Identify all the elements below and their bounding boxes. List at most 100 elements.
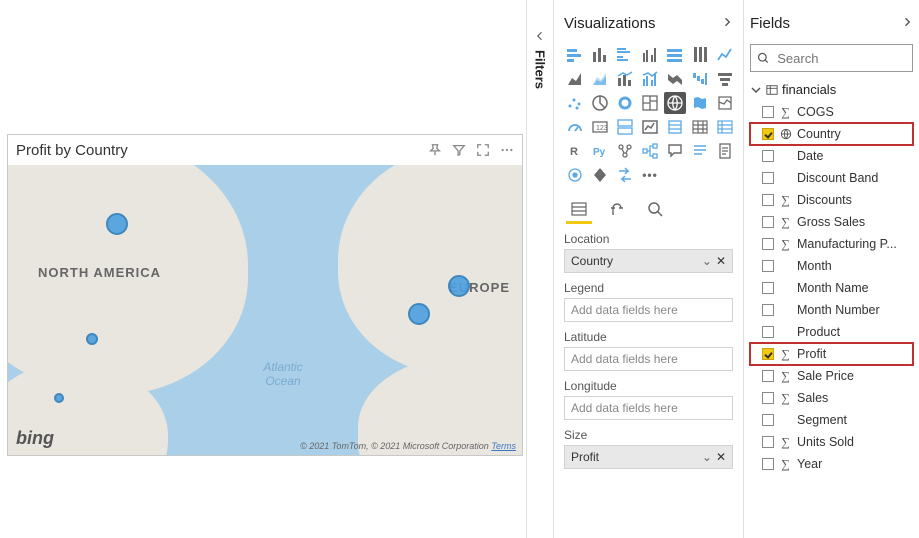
checkbox[interactable]	[762, 194, 774, 206]
legend-well[interactable]: Add data fields here	[564, 298, 733, 322]
python-visual-icon[interactable]: Py	[589, 140, 611, 162]
checkbox[interactable]	[762, 304, 774, 316]
chevron-down-icon[interactable]: ⌄	[702, 254, 712, 268]
field-month-name[interactable]: Month Name	[750, 277, 913, 299]
get-more-visuals-icon[interactable]: •••	[639, 164, 661, 186]
stacked-column-icon[interactable]	[589, 44, 611, 66]
focus-mode-icon[interactable]	[476, 143, 490, 157]
gauge-icon[interactable]	[564, 116, 586, 138]
remove-icon[interactable]: ✕	[716, 254, 726, 268]
map-bubble[interactable]	[448, 275, 470, 297]
checkbox[interactable]	[762, 106, 774, 118]
field-discount-band[interactable]: Discount Band	[750, 167, 913, 189]
field-month[interactable]: Month	[750, 255, 913, 277]
checkbox[interactable]	[762, 370, 774, 382]
slicer-icon[interactable]	[664, 116, 686, 138]
table-icon[interactable]	[689, 116, 711, 138]
field-product[interactable]: Product	[750, 321, 913, 343]
matrix-icon[interactable]	[714, 116, 736, 138]
analytics-tab-icon[interactable]	[644, 196, 666, 222]
card-icon[interactable]: 123	[589, 116, 611, 138]
field-cogs[interactable]: ∑COGS	[750, 101, 913, 123]
checkbox[interactable]	[762, 238, 774, 250]
waterfall-icon[interactable]	[689, 68, 711, 90]
map-visual[interactable]: Profit by Country NORTH AMERICA EUROPE A…	[7, 134, 523, 456]
location-well[interactable]: Country ⌄ ✕	[564, 249, 733, 273]
stacked-bar-100-icon[interactable]	[664, 44, 686, 66]
filter-icon[interactable]	[452, 143, 466, 157]
paginated-report-icon[interactable]	[714, 140, 736, 162]
pie-icon[interactable]	[589, 92, 611, 114]
funnel-icon[interactable]	[714, 68, 736, 90]
scatter-icon[interactable]	[564, 92, 586, 114]
qa-visual-icon[interactable]	[664, 140, 686, 162]
format-tab-icon[interactable]	[606, 196, 628, 222]
stacked-column-100-icon[interactable]	[689, 44, 711, 66]
map-icon[interactable]	[664, 92, 686, 114]
line-clustered-column-icon[interactable]	[639, 68, 661, 90]
stacked-area-icon[interactable]	[589, 68, 611, 90]
checkbox[interactable]	[762, 458, 774, 470]
latitude-well[interactable]: Add data fields here	[564, 347, 733, 371]
checkbox[interactable]	[762, 348, 774, 360]
collapse-icon[interactable]	[901, 16, 913, 31]
smart-narrative-icon[interactable]	[689, 140, 711, 162]
line-chart-icon[interactable]	[714, 44, 736, 66]
field-profit[interactable]: ∑Profit	[750, 343, 913, 365]
map-bubble[interactable]	[54, 393, 64, 403]
area-chart-icon[interactable]	[564, 68, 586, 90]
search-input[interactable]	[775, 50, 906, 67]
arcgis-icon[interactable]	[564, 164, 586, 186]
field-country[interactable]: Country	[750, 123, 913, 145]
power-apps-icon[interactable]	[589, 164, 611, 186]
longitude-well[interactable]: Add data fields here	[564, 396, 733, 420]
map-bubble[interactable]	[408, 303, 430, 325]
field-month-number[interactable]: Month Number	[750, 299, 913, 321]
map-bubble[interactable]	[86, 333, 98, 345]
pin-icon[interactable]	[428, 143, 442, 157]
checkbox[interactable]	[762, 216, 774, 228]
checkbox[interactable]	[762, 260, 774, 272]
treemap-icon[interactable]	[639, 92, 661, 114]
kpi-icon[interactable]	[639, 116, 661, 138]
filters-pane-collapsed[interactable]: Filters	[526, 0, 554, 538]
multi-row-card-icon[interactable]	[614, 116, 636, 138]
field-sale-price[interactable]: ∑Sale Price	[750, 365, 913, 387]
size-well[interactable]: Profit ⌄ ✕	[564, 445, 733, 469]
map-bubble[interactable]	[106, 213, 128, 235]
power-automate-icon[interactable]	[614, 164, 636, 186]
checkbox[interactable]	[762, 282, 774, 294]
field-sales[interactable]: ∑Sales	[750, 387, 913, 409]
checkbox[interactable]	[762, 436, 774, 448]
collapse-icon[interactable]	[721, 16, 733, 31]
stacked-bar-icon[interactable]	[564, 44, 586, 66]
checkbox[interactable]	[762, 392, 774, 404]
more-options-icon[interactable]	[500, 143, 514, 157]
key-influencers-icon[interactable]	[614, 140, 636, 162]
r-visual-icon[interactable]: R	[564, 140, 586, 162]
chevron-down-icon[interactable]: ⌄	[702, 450, 712, 464]
filled-map-icon[interactable]	[689, 92, 711, 114]
donut-icon[interactable]	[614, 92, 636, 114]
clustered-bar-icon[interactable]	[614, 44, 636, 66]
field-units-sold[interactable]: ∑Units Sold	[750, 431, 913, 453]
fields-tab-icon[interactable]	[568, 196, 590, 222]
line-stacked-column-icon[interactable]	[614, 68, 636, 90]
remove-icon[interactable]: ✕	[716, 450, 726, 464]
field-year[interactable]: ∑Year	[750, 453, 913, 475]
checkbox[interactable]	[762, 326, 774, 338]
checkbox[interactable]	[762, 414, 774, 426]
clustered-column-icon[interactable]	[639, 44, 661, 66]
report-canvas[interactable]: Profit by Country NORTH AMERICA EUROPE A…	[0, 0, 526, 538]
terms-link[interactable]: Terms	[491, 441, 516, 451]
field-gross-sales[interactable]: ∑Gross Sales	[750, 211, 913, 233]
field-manufacturing-p-[interactable]: ∑Manufacturing P...	[750, 233, 913, 255]
map-body[interactable]: NORTH AMERICA EUROPE Atlantic Ocean bing…	[8, 165, 522, 455]
checkbox[interactable]	[762, 150, 774, 162]
ribbon-chart-icon[interactable]	[664, 68, 686, 90]
checkbox[interactable]	[762, 128, 774, 140]
checkbox[interactable]	[762, 172, 774, 184]
field-segment[interactable]: Segment	[750, 409, 913, 431]
field-discounts[interactable]: ∑Discounts	[750, 189, 913, 211]
fields-search[interactable]	[750, 44, 913, 72]
